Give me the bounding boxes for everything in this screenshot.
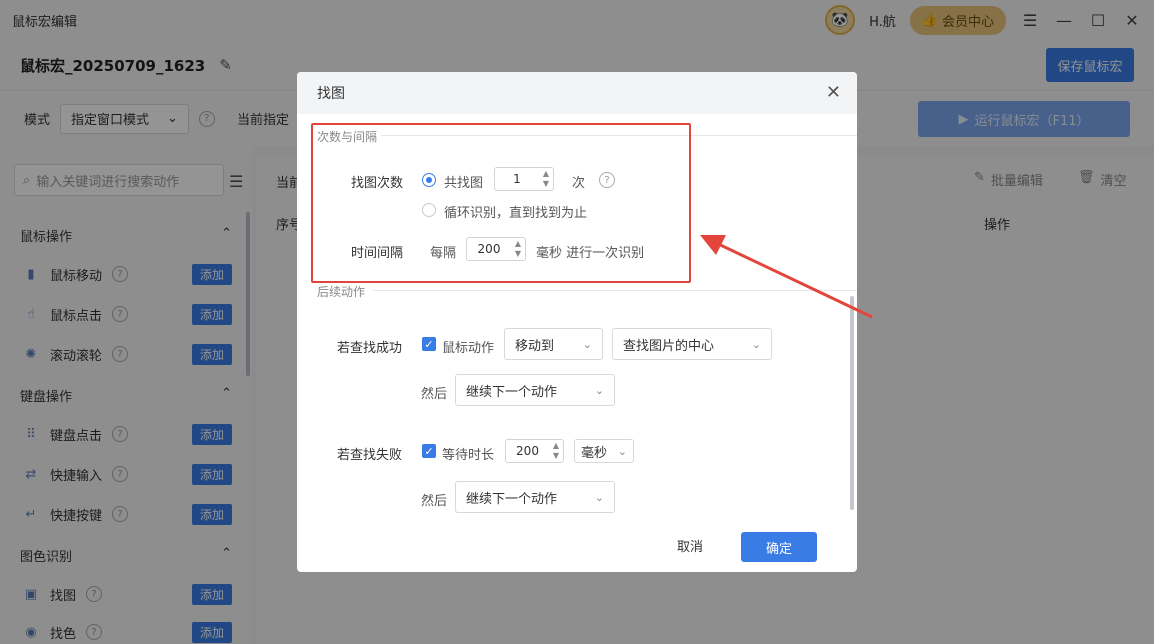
- next-action-value: 继续下一个动作: [466, 384, 558, 400]
- fail-label: 若查找失败: [337, 448, 403, 463]
- annotation-arrow: [700, 235, 873, 319]
- target-value: 查找图片的中心: [623, 338, 715, 354]
- chevron-down-icon: ⌄: [751, 337, 761, 351]
- cancel-button[interactable]: 取消: [677, 536, 703, 555]
- wait-checkbox[interactable]: ✓: [422, 444, 436, 458]
- chevron-down-icon: ⌄: [594, 383, 604, 397]
- fail-next-select[interactable]: 继续下一个动作 ⌄: [455, 481, 615, 513]
- chevron-down-icon: ⌄: [594, 490, 604, 504]
- mouse-action-label: 鼠标动作: [442, 341, 495, 356]
- confirm-button[interactable]: 确定: [741, 532, 817, 562]
- chevron-down-icon: ⌄: [617, 444, 627, 458]
- next-action-value: 继续下一个动作: [466, 491, 558, 507]
- success-label: 若查找成功: [337, 341, 403, 356]
- move-to-value: 移动到: [515, 338, 555, 354]
- wait-unit-value: 毫秒: [581, 445, 608, 461]
- wait-label: 等待时长: [442, 448, 495, 463]
- close-icon[interactable]: ✕: [826, 82, 841, 103]
- section-followup: 后续动作: [317, 285, 366, 299]
- dialog-scrollbar[interactable]: [850, 296, 854, 510]
- stepper-arrows[interactable]: ▲ ▼: [549, 441, 563, 461]
- wait-stepper[interactable]: 200 ▲ ▼: [505, 439, 564, 463]
- target-select[interactable]: 查找图片的中心 ⌄: [612, 328, 772, 360]
- chevron-down-icon: ⌄: [582, 337, 592, 351]
- move-to-select[interactable]: 移动到 ⌄: [504, 328, 603, 360]
- mouse-action-checkbox[interactable]: ✓: [422, 337, 436, 351]
- success-next-select[interactable]: 继续下一个动作 ⌄: [455, 374, 615, 406]
- dialog-header: 找图: [297, 72, 857, 114]
- then-label: 然后: [421, 494, 448, 509]
- wait-unit-select[interactable]: 毫秒 ⌄: [574, 439, 634, 463]
- highlight-box: [311, 123, 691, 283]
- dialog-title: 找图: [317, 86, 345, 102]
- wait-value: 200: [516, 444, 539, 458]
- then-label: 然后: [421, 387, 448, 402]
